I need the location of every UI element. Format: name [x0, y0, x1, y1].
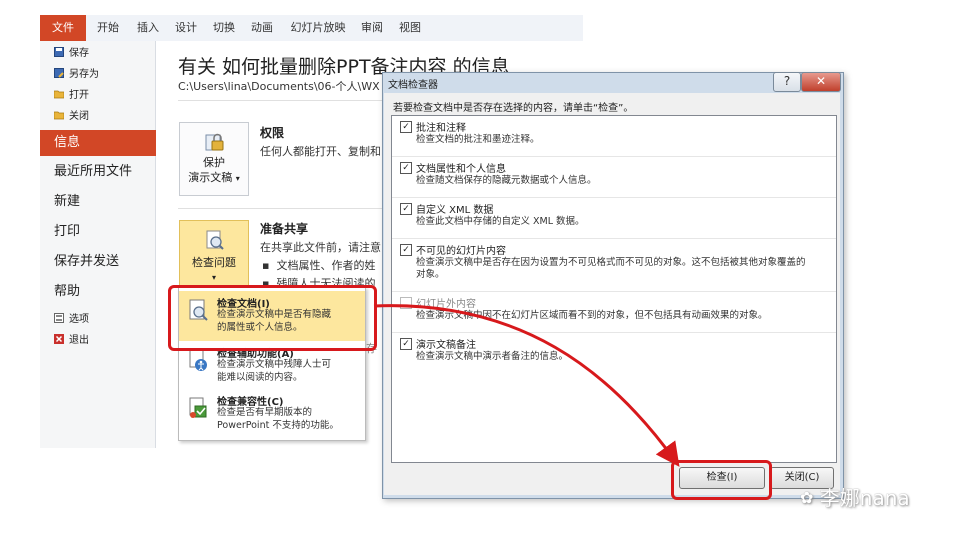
- wechat-icon: ✿: [800, 488, 814, 507]
- watermark: ✿ 李娜nana: [800, 482, 910, 511]
- annotation-arrow: [373, 304, 680, 467]
- watermark-text: 李娜nana: [819, 486, 910, 510]
